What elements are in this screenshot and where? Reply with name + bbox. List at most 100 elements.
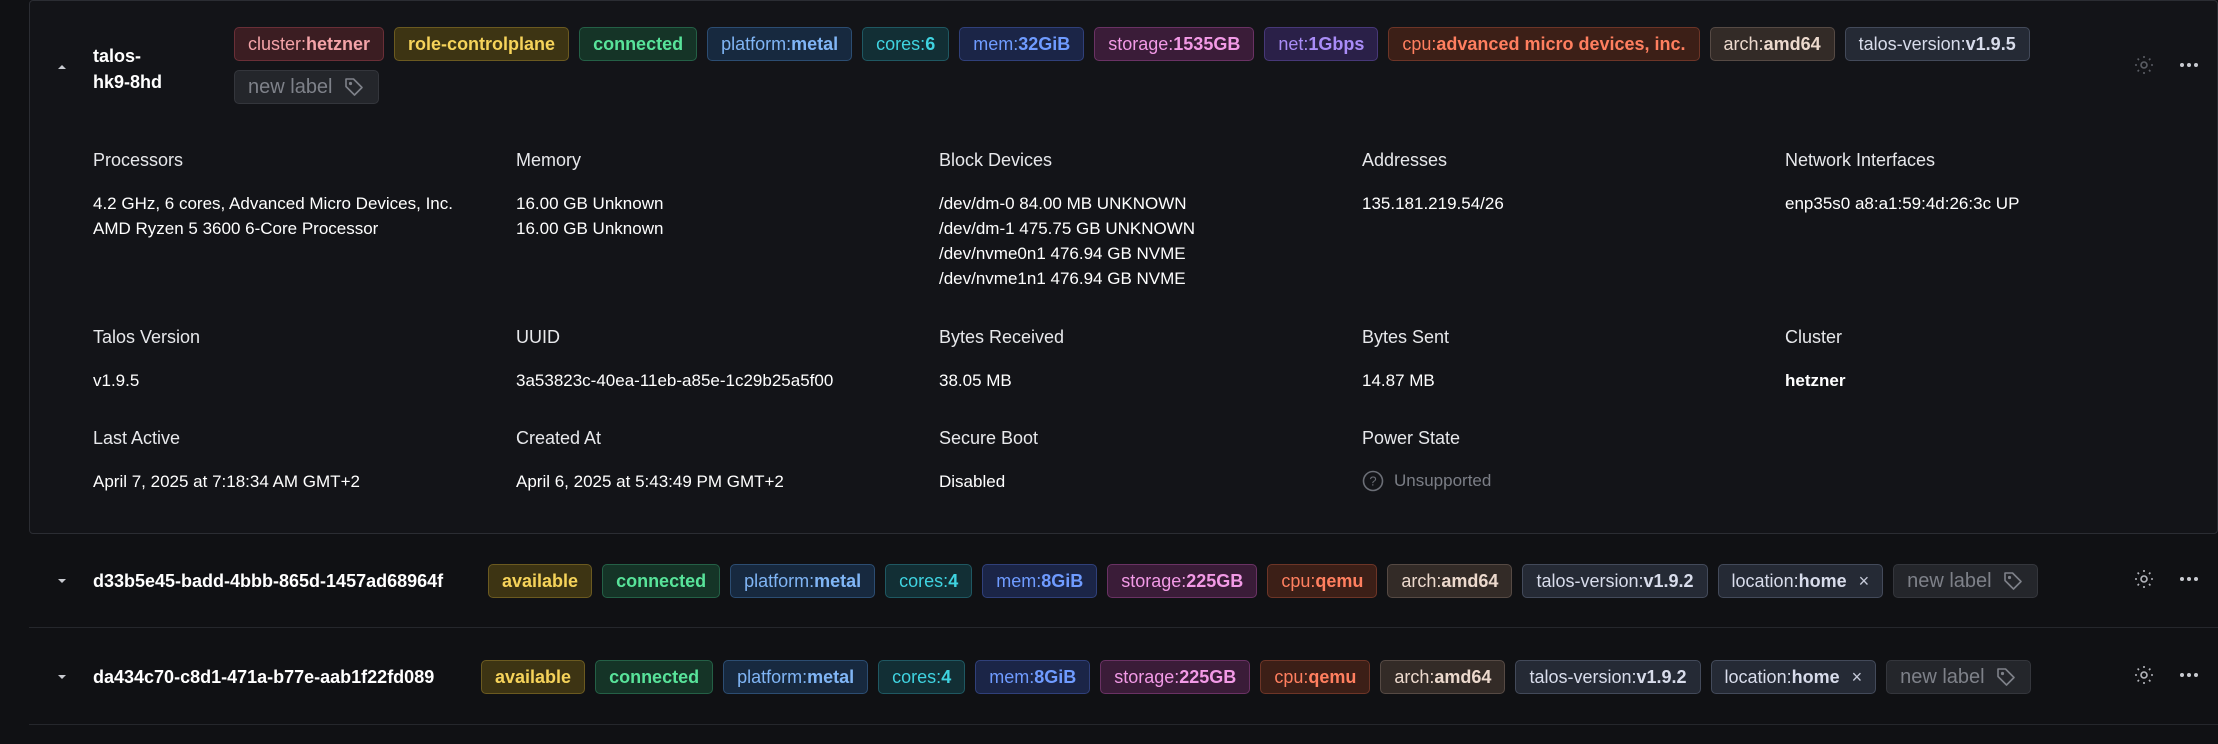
question-circle-icon: ?: [1362, 470, 1384, 491]
label-key: location:: [1731, 570, 1799, 591]
chevron-down-icon[interactable]: [52, 667, 72, 687]
chevron-down-icon[interactable]: [52, 571, 72, 591]
label-value: 4: [948, 570, 959, 591]
row-divider: [29, 627, 2218, 628]
label-chip[interactable]: platform: metal: [730, 564, 876, 598]
label-chip[interactable]: mem: 32GiB: [959, 27, 1085, 61]
machine-labels: available connected platform: metal cores: 4 m…: [488, 564, 2088, 598]
label-chip[interactable]: mem: 8GiB: [982, 564, 1098, 598]
label-chip[interactable]: cores: 4: [878, 660, 966, 694]
tag-icon: [344, 78, 363, 96]
label-value: connected: [616, 570, 707, 591]
label-value: available: [502, 570, 579, 591]
close-icon[interactable]: ×: [1859, 571, 1870, 592]
new-label-button[interactable]: new label: [234, 70, 379, 104]
network-interfaces-value: enp35s0 a8:a1:59:4d:26:3c UP: [1785, 191, 2019, 216]
label-key: cluster:: [248, 33, 307, 54]
processors-value: 4.2 GHz, 6 cores, Advanced Micro Devices…: [93, 191, 453, 241]
label-chip[interactable]: storage: 1535GB: [1094, 27, 1255, 61]
label-value: 1535GB: [1173, 33, 1241, 54]
processors-heading: Processors: [93, 150, 184, 170]
label-chip[interactable]: platform: metal: [723, 660, 869, 694]
label-value: 32GiB: [1018, 33, 1071, 54]
label-chip[interactable]: cores: 4: [885, 564, 973, 598]
power-state-heading: Power State: [1362, 428, 1461, 448]
bytes-sent-value: 14.87 MB: [1362, 371, 1435, 390]
cluster-value[interactable]: hetzner: [1785, 368, 1845, 393]
label-chip[interactable]: storage: 225GB: [1107, 564, 1258, 598]
gear-settings-icon[interactable]: [2130, 661, 2158, 689]
block-device-line: /dev/dm-0 84.00 MB UNKNOWN: [939, 194, 1187, 213]
label-chip[interactable]: arch: amd64: [1709, 27, 1835, 61]
label-chip[interactable]: talos-version: v1.9.2: [1522, 564, 1708, 598]
label-chip[interactable]: role-controlplane: [394, 27, 570, 61]
label-value: 4: [941, 666, 952, 687]
label-key: mem:: [973, 33, 1019, 54]
label-chip[interactable]: cores: 6: [862, 27, 950, 61]
label-key: cpu:: [1402, 33, 1437, 54]
label-chip[interactable]: cpu: advanced micro devices, inc.: [1388, 27, 1700, 61]
label-key: cpu:: [1274, 666, 1309, 687]
label-value: v1.9.2: [1636, 666, 1687, 687]
label-chip[interactable]: talos-version: v1.9.2: [1515, 660, 1701, 694]
bytes-received-value: 38.05 MB: [939, 371, 1012, 390]
label-value: metal: [807, 666, 855, 687]
machine-name[interactable]: talos- hk9-8hd: [93, 43, 162, 95]
memory-value: 16.00 GB Unknown 16.00 GB Unknown: [516, 191, 663, 241]
label-value: home: [1798, 570, 1847, 591]
new-label-button[interactable]: new label: [1893, 564, 2038, 598]
gear-settings-icon[interactable]: [2130, 51, 2158, 79]
memory-heading: Memory: [516, 150, 582, 170]
label-value: home: [1791, 666, 1840, 687]
label-key: cpu:: [1281, 570, 1316, 591]
machine-name-line: talos-: [93, 46, 142, 66]
label-key: platform:: [737, 666, 808, 687]
created-at-heading: Created At: [516, 428, 602, 448]
more-horizontal-icon[interactable]: [2175, 51, 2203, 79]
label-chip[interactable]: connected: [579, 27, 698, 61]
new-label-button[interactable]: new label: [1886, 660, 2031, 694]
close-icon[interactable]: ×: [1852, 667, 1863, 688]
secure-boot-value: Disabled: [939, 472, 1006, 491]
label-value: amd64: [1441, 570, 1499, 591]
label-chip[interactable]: cpu: qemu: [1267, 564, 1378, 598]
label-chip[interactable]: cluster: hetzner: [234, 27, 385, 61]
last-active-heading: Last Active: [93, 428, 181, 448]
machine-name[interactable]: da434c70-c8d1-471a-b77e-aab1f22fd089: [93, 664, 434, 690]
label-chip[interactable]: available: [488, 564, 593, 598]
label-chip[interactable]: net: 1Gbps: [1264, 27, 1379, 61]
label-chip[interactable]: arch: amd64: [1380, 660, 1506, 694]
new-label-text: new label: [248, 75, 333, 98]
label-chip[interactable]: talos-version: v1.9.5: [1844, 27, 2030, 61]
label-chip[interactable]: mem: 8GiB: [975, 660, 1091, 694]
label-chip[interactable]: connected: [602, 564, 721, 598]
power-state-value: ? Unsupported: [1362, 468, 1491, 493]
label-chip[interactable]: location: home ×: [1717, 564, 1884, 598]
label-key: platform:: [744, 570, 815, 591]
block-devices-value: /dev/dm-0 84.00 MB UNKNOWN /dev/dm-1 475…: [939, 191, 1195, 291]
uuid-heading: UUID: [516, 327, 560, 347]
label-chip[interactable]: connected: [595, 660, 714, 694]
label-chip[interactable]: location: home ×: [1710, 660, 1877, 694]
label-chip[interactable]: arch: amd64: [1387, 564, 1513, 598]
label-chip[interactable]: platform: metal: [707, 27, 853, 61]
more-horizontal-icon[interactable]: [2175, 661, 2203, 689]
processors-line: 4.2 GHz, 6 cores, Advanced Micro Devices…: [93, 194, 453, 213]
chevron-up-icon[interactable]: [52, 57, 72, 77]
label-value: 8GiB: [1041, 570, 1084, 591]
label-key: storage:: [1121, 570, 1187, 591]
new-label-text: new label: [1907, 569, 1992, 592]
label-chip[interactable]: cpu: qemu: [1260, 660, 1371, 694]
tag-icon: [2003, 572, 2022, 590]
more-horizontal-icon[interactable]: [2175, 565, 2203, 593]
label-chip[interactable]: storage: 225GB: [1100, 660, 1251, 694]
machine-name[interactable]: d33b5e45-badd-4bbb-865d-1457ad68964f: [93, 568, 443, 594]
label-chip[interactable]: available: [481, 660, 586, 694]
block-device-line: /dev/nvme0n1 476.94 GB NVME: [939, 244, 1186, 263]
label-value: metal: [791, 33, 839, 54]
bytes-sent-heading: Bytes Sent: [1362, 327, 1450, 347]
block-device-line: /dev/dm-1 475.75 GB UNKNOWN: [939, 219, 1196, 238]
cluster-heading: Cluster: [1785, 327, 1843, 347]
gear-settings-icon[interactable]: [2130, 565, 2158, 593]
label-key: storage:: [1108, 33, 1174, 54]
